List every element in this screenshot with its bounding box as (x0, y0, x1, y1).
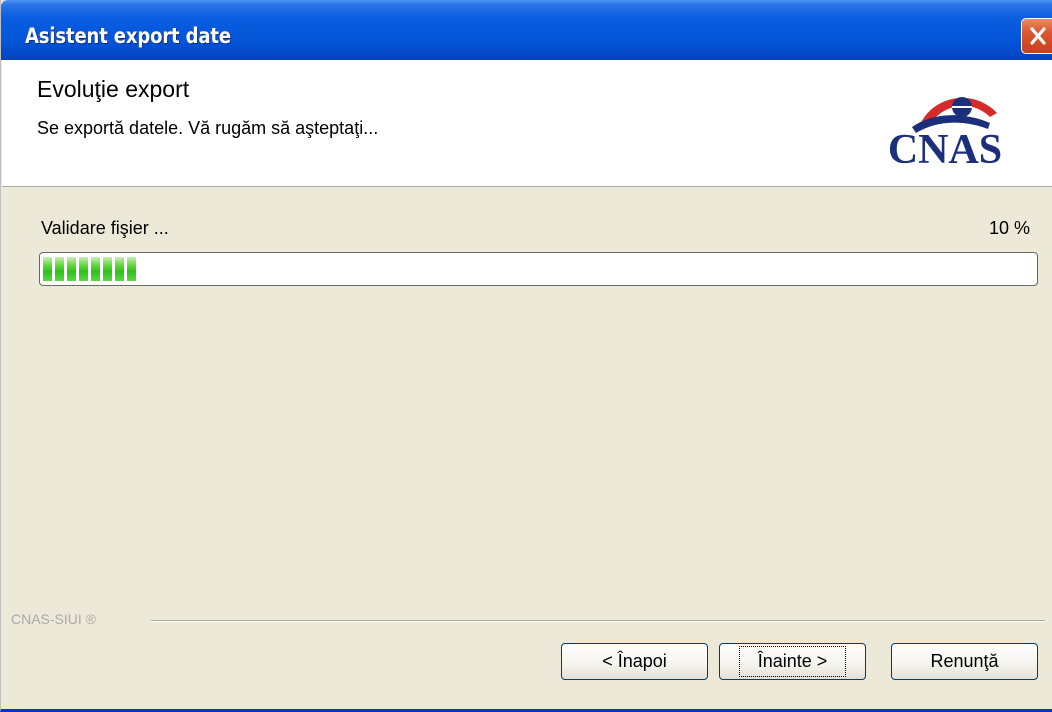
cancel-button[interactable]: Renunţă (891, 643, 1038, 680)
progress-segment (127, 257, 136, 281)
footer-divider (151, 620, 1045, 622)
footer-brand: CNAS-SIUI ® (11, 611, 102, 627)
logo-text: CNAS (888, 127, 1002, 169)
progress-segment (115, 257, 124, 281)
cnas-logo: CNAS (888, 97, 1002, 169)
back-button[interactable]: < Înapoi (561, 643, 708, 680)
progress-segment (103, 257, 112, 281)
wizard-window: Asistent export date Evoluţie export Se … (0, 0, 1052, 712)
progress-segment (79, 257, 88, 281)
cancel-button-label: Renunţă (930, 651, 999, 671)
wizard-header: Evoluţie export Se exportă datele. Vă ru… (2, 60, 1052, 187)
progress-fill (43, 257, 136, 281)
title-bar[interactable]: Asistent export date (1, 0, 1052, 60)
page-subtitle: Se exportă datele. Vă rugăm să aşteptaţi… (37, 118, 379, 138)
progress-segment (67, 257, 76, 281)
page-title: Evoluţie export (37, 76, 190, 102)
next-button-label: Înainte > (738, 646, 847, 677)
progress-percent: 10 % (988, 218, 1030, 238)
progress-status-label: Validare fişier ... (41, 218, 169, 238)
window-title: Asistent export date (25, 24, 231, 48)
progress-segment (55, 257, 64, 281)
progress-segment (91, 257, 100, 281)
close-icon (1030, 27, 1046, 45)
progress-bar (39, 252, 1038, 286)
progress-segment (43, 257, 52, 281)
close-button[interactable] (1021, 18, 1052, 54)
back-button-label: < Înapoi (602, 651, 667, 671)
next-button[interactable]: Înainte > (719, 643, 866, 680)
